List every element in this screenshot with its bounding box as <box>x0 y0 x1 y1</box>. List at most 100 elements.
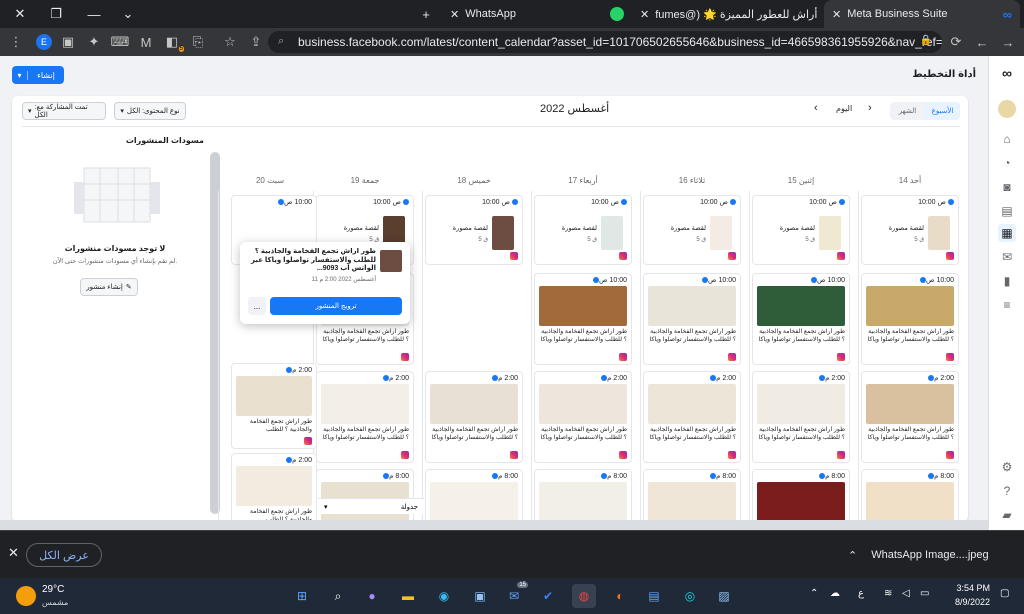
story-card[interactable]: 10:00 ص لقصة مصورة 5 ق <box>425 195 523 265</box>
mail-icon[interactable]: ✉ 15 <box>502 582 528 608</box>
post-card[interactable]: 10:00 ص طور أراش تجمع الفخامة والجاذبية ؟… <box>643 273 741 365</box>
extension-icon[interactable]: ◧ 5 <box>162 32 184 52</box>
gmail-extension-icon[interactable]: M <box>136 32 156 52</box>
planner-icon[interactable]: ▦ <box>998 224 1016 242</box>
post-card[interactable]: 2:00 مطور أراش تجمع الفخامة والجاذبية ؟ … <box>752 371 850 463</box>
firefox-icon[interactable]: ◐ <box>608 584 632 608</box>
menu-icon[interactable]: ⋮ <box>6 32 26 52</box>
create-post-button[interactable]: إنشاء منشور ✎ <box>80 278 138 296</box>
post-card[interactable]: 2:00 مطور أراش تجمع الفخامة والجاذبية ؟ … <box>425 371 523 463</box>
ads-icon[interactable]: ✉ <box>998 248 1016 266</box>
story-card[interactable]: 10:00 ص لقصة مصورة 5 ق <box>534 195 632 265</box>
page-avatar[interactable] <box>998 100 1016 118</box>
close-icon[interactable]: ✕ <box>832 8 841 21</box>
chevron-up-icon[interactable]: ⌃ <box>848 549 857 562</box>
extensions-icon[interactable]: ✦ <box>84 32 104 52</box>
devtools-extension-icon[interactable]: ⌨ <box>110 32 130 52</box>
notification-icon[interactable]: ▢ <box>1000 588 1009 599</box>
forward-icon[interactable]: ← <box>972 32 992 52</box>
sidebar-icon[interactable]: ▣ <box>58 32 78 52</box>
word-icon[interactable]: ▤ <box>642 584 666 608</box>
onedrive-icon[interactable]: ☁ <box>830 588 840 599</box>
tab-meta-business-suite[interactable]: ✕ Meta Business Suite ∞ <box>824 0 1020 28</box>
inbox-icon[interactable]: ◙ <box>998 178 1016 196</box>
next-icon[interactable]: › <box>868 102 872 114</box>
chevron-down-icon[interactable]: ▾ <box>12 70 28 80</box>
filter-content-dropdown[interactable]: ▾ نوع المحتوى: الكل <box>114 102 186 120</box>
create-button[interactable]: ▾ إنشاء <box>12 66 64 84</box>
wifi-icon[interactable]: ≋ <box>884 588 892 599</box>
chrome-icon[interactable]: ◍ <box>572 584 596 608</box>
settings-app-icon[interactable]: ◎ <box>678 584 702 608</box>
close-icon[interactable]: ✕ <box>8 545 19 561</box>
reload-icon[interactable]: ⟳ <box>946 32 966 52</box>
search-icon[interactable]: ⌕ <box>326 584 350 608</box>
post-card[interactable]: 10:00 ص طور أراش تجمع الفخامة والجاذبية ؟… <box>752 273 850 365</box>
language-indicator[interactable]: ع <box>858 588 864 599</box>
post-card[interactable]: 2:00 مطور أراش تجمع الفخامة والجاذبية ؟ … <box>316 371 414 463</box>
battery-icon[interactable]: ▭ <box>920 588 929 599</box>
post-time: 10:00 ص <box>482 198 518 206</box>
post-card[interactable]: 2:00 مطور أراش تجمع الفخامة والجاذبية ؟ … <box>861 371 959 463</box>
insights-icon[interactable]: ▮ <box>998 272 1016 290</box>
tab-search-icon[interactable]: ⌄ <box>108 0 148 28</box>
show-all-button[interactable]: عرض الكل <box>26 543 102 567</box>
story-card[interactable]: 10:00 ص لقصة مصورة 5 ق <box>643 195 741 265</box>
all-tools-icon[interactable]: ≡ <box>998 296 1016 314</box>
chat-icon[interactable]: ● <box>360 584 384 608</box>
start-icon[interactable]: ⊞ <box>290 584 314 608</box>
post-card[interactable]: 2:00 مطور أراش تجمع الفخامة والجاذبية ؟ … <box>643 371 741 463</box>
story-card[interactable]: 10:00 ص لقصة مصورة 5 ق <box>861 195 959 265</box>
share-icon[interactable]: ⇪ <box>246 32 266 52</box>
close-icon[interactable]: ✕ <box>450 8 459 21</box>
chevron-up-icon[interactable]: ⌃ <box>810 588 818 599</box>
schedule-table-toggle[interactable]: ▾ جدولة <box>318 498 424 514</box>
help-icon[interactable]: ? <box>998 482 1016 500</box>
view-week-tab[interactable]: الأسبوع <box>925 102 960 120</box>
post-card[interactable]: 2:00 مطور أراش تجمع الفخامة والجاذبية ؟ … <box>534 371 632 463</box>
prev-icon[interactable]: ‹ <box>814 102 818 114</box>
volume-icon[interactable]: ◁ <box>902 588 910 599</box>
tab-arash[interactable]: ✕ fumes@) 🌟 أراش للعطور المميزة <box>632 0 822 28</box>
notifications-icon[interactable]: ◔ <box>998 154 1016 172</box>
edge-icon[interactable]: ◉ <box>432 584 456 608</box>
today-button[interactable]: اليوم <box>836 104 852 113</box>
content-icon[interactable]: ▤ <box>998 202 1016 220</box>
boost-post-button[interactable]: ترويج المنشور <box>270 297 402 315</box>
more-options-button[interactable]: ... <box>248 297 266 315</box>
photos-icon[interactable]: ▨ <box>712 584 736 608</box>
feedback-icon[interactable]: ▰ <box>998 506 1016 524</box>
close-icon[interactable]: ✕ <box>640 8 649 21</box>
right-navigation: ∞ ⌂ ◔ ◙ ▤ ▦ ✉ ▮ ≡ ⚙ ? ▰ <box>988 56 1024 530</box>
todo-icon[interactable]: ✔ <box>536 584 560 608</box>
instagram-icon <box>510 252 518 260</box>
screenshot-icon[interactable]: ⎘ <box>188 32 208 52</box>
meta-logo-icon[interactable]: ∞ <box>998 64 1016 82</box>
sun-icon[interactable] <box>16 586 36 606</box>
profile-avatar[interactable]: E <box>34 32 54 52</box>
tab-whatsapp[interactable]: ✕ WhatsApp <box>442 0 632 28</box>
download-item[interactable]: ⌃ WhatsApp Image....jpeg <box>840 537 1016 573</box>
filter-shared-dropdown[interactable]: ▾ تمت المشاركة مع: الكل <box>22 102 106 120</box>
store-icon[interactable]: ▣ <box>468 584 492 608</box>
clock-time[interactable]: 3:54 PM <box>956 583 990 593</box>
post-card[interactable]: 2:00 مطور أراش تجمع الفخامة والجاذبية ؟ … <box>231 453 317 530</box>
post-card[interactable]: 2:00 مطور أراش تجمع الفخامة والجاذبية ؟ … <box>231 363 317 449</box>
clock-date[interactable]: 8/9/2022 <box>950 597 990 607</box>
settings-icon[interactable]: ⚙ <box>998 458 1016 476</box>
post-card[interactable]: 10:00 ص طور أراش تجمع الفخامة والجاذبية ؟… <box>534 273 632 365</box>
new-tab-button[interactable]: + <box>406 0 446 28</box>
story-thumbnail <box>601 216 623 250</box>
story-card[interactable]: 10:00 ص لقصة مصورة 5 ق <box>752 195 850 265</box>
instagram-icon <box>619 353 627 361</box>
file-explorer-icon[interactable]: ▬ <box>396 584 420 608</box>
bookmark-star-icon[interactable]: ☆ <box>220 32 240 52</box>
restore-window-icon[interactable]: ❐ <box>36 0 76 28</box>
post-card[interactable]: 10:00 ص طور أراش تجمع الفخامة والجاذبية ؟… <box>861 273 959 365</box>
view-month-tab[interactable]: الشهر <box>890 102 925 120</box>
close-window-icon[interactable]: ✕ <box>0 0 40 28</box>
home-icon[interactable]: ⌂ <box>998 130 1016 148</box>
back-icon[interactable]: → <box>998 32 1018 52</box>
address-bar[interactable]: ⌕ business.facebook.com/latest/content_c… <box>268 31 942 53</box>
horizontal-scrollbar[interactable] <box>0 520 988 530</box>
